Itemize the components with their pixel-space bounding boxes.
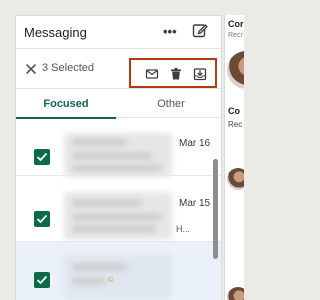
archive-icon[interactable]	[193, 67, 207, 81]
avatar[interactable]	[227, 287, 244, 300]
more-horizontal-icon[interactable]: •••	[163, 23, 181, 41]
close-icon[interactable]	[25, 62, 37, 74]
conversation-list: Mar 16 Mar 15 H... ☺	[16, 119, 221, 300]
truncation-ellipsis: H...	[176, 224, 191, 234]
messaging-header: Messaging •••	[16, 16, 221, 49]
scrollbar[interactable]	[213, 159, 218, 259]
trash-icon[interactable]	[169, 67, 183, 81]
detail-role: Rec	[228, 120, 243, 129]
tab-focused[interactable]: Focused	[16, 90, 116, 119]
conversation-row[interactable]: Mar 16	[16, 119, 221, 177]
selected-count: 3 Selected	[42, 62, 94, 74]
tab-other[interactable]: Other	[119, 90, 221, 118]
conversation-date: Mar 15	[179, 198, 211, 209]
messaging-screen: Messaging ••• 3 Selected Focused Other M…	[0, 0, 244, 300]
messaging-panel: Messaging ••• 3 Selected Focused Other M…	[15, 15, 222, 300]
detail-name: Co	[228, 106, 240, 116]
conversation-tabs: Focused Other	[16, 90, 221, 119]
row-checkbox[interactable]	[34, 149, 50, 165]
conversation-date: Mar 16	[179, 138, 211, 149]
blurred-message-preview	[64, 192, 172, 240]
envelope-icon[interactable]	[145, 67, 159, 81]
conversation-row[interactable]: ☺	[16, 242, 221, 300]
avatar[interactable]	[227, 51, 244, 89]
row-checkbox[interactable]	[34, 211, 50, 227]
row-checkbox[interactable]	[34, 272, 50, 288]
conversation-row[interactable]: Mar 15 H...	[16, 176, 221, 242]
bulk-actions-highlight	[129, 58, 217, 88]
blurred-message-preview	[64, 254, 172, 298]
avatar[interactable]	[227, 168, 244, 190]
emoji-icon: ☺	[106, 274, 116, 284]
conversation-detail-panel: Cor Recr Co Rec	[224, 15, 244, 300]
blurred-message-preview	[64, 133, 172, 177]
detail-subtitle: Recr	[228, 32, 243, 39]
compose-icon[interactable]	[192, 22, 210, 40]
selection-toolbar: 3 Selected	[16, 49, 221, 89]
detail-title: Cor	[228, 19, 244, 29]
messaging-title: Messaging	[24, 25, 87, 40]
